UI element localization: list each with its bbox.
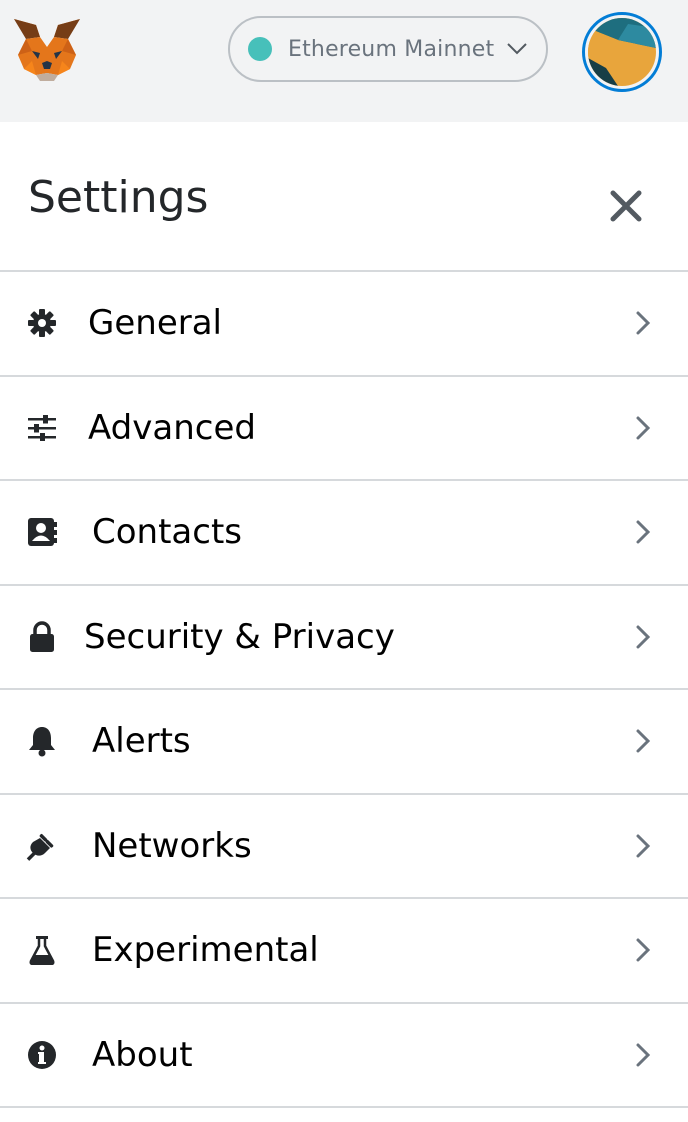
close-button[interactable] — [604, 184, 648, 228]
settings-item-label: General — [88, 303, 222, 344]
settings-item-label: Experimental — [92, 930, 319, 971]
settings-item-about[interactable]: About — [0, 1004, 688, 1108]
settings-item-label: Security & Privacy — [84, 616, 395, 657]
chevron-right-icon — [634, 624, 652, 650]
settings-item-label: Contacts — [92, 512, 242, 553]
settings-item-contacts[interactable]: Contacts — [0, 481, 688, 586]
settings-item-experimental[interactable]: Experimental — [0, 899, 688, 1004]
account-menu-button[interactable] — [582, 12, 662, 92]
contact-book-icon — [26, 516, 58, 548]
settings-item-networks[interactable]: Networks — [0, 795, 688, 899]
chevron-right-icon — [634, 728, 652, 754]
settings-item-general[interactable]: General — [0, 272, 688, 377]
settings-header: Settings — [0, 122, 688, 272]
settings-item-label: About — [92, 1034, 193, 1075]
plug-icon — [26, 830, 58, 862]
top-bar: Ethereum Mainnet — [0, 0, 688, 122]
settings-item-advanced[interactable]: Advanced — [0, 377, 688, 481]
settings-menu: General Advanced Contacts Security & Pri… — [0, 272, 688, 1108]
close-icon — [610, 190, 642, 222]
settings-item-label: Alerts — [92, 721, 191, 762]
settings-item-alerts[interactable]: Alerts — [0, 690, 688, 795]
network-selector[interactable]: Ethereum Mainnet — [228, 16, 548, 82]
settings-item-label: Networks — [92, 825, 252, 866]
page-title: Settings — [28, 172, 209, 223]
settings-item-label: Advanced — [88, 407, 256, 448]
info-icon — [26, 1039, 58, 1071]
account-identicon-icon — [588, 18, 656, 86]
network-status-dot — [248, 37, 272, 61]
chevron-right-icon — [634, 833, 652, 859]
chevron-right-icon — [634, 1042, 652, 1068]
settings-item-security-privacy[interactable]: Security & Privacy — [0, 586, 688, 690]
chevron-down-icon — [506, 41, 528, 57]
sliders-icon — [26, 412, 58, 444]
network-label: Ethereum Mainnet — [288, 36, 495, 62]
bell-icon — [26, 725, 58, 757]
lock-icon — [26, 621, 58, 653]
chevron-right-icon — [634, 937, 652, 963]
gear-icon — [26, 307, 58, 339]
metamask-fox-icon[interactable] — [12, 17, 82, 83]
chevron-right-icon — [634, 519, 652, 545]
chevron-right-icon — [634, 415, 652, 441]
chevron-right-icon — [634, 310, 652, 336]
flask-icon — [26, 934, 58, 966]
